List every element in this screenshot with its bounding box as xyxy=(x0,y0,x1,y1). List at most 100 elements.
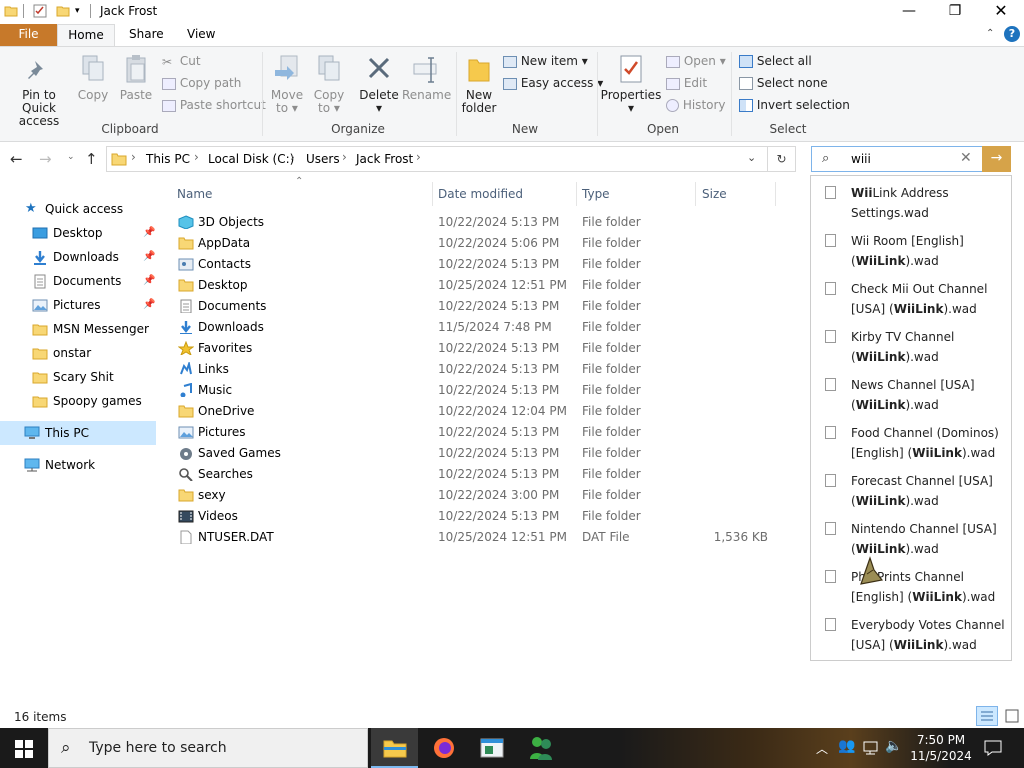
select-all-button[interactable]: Select all xyxy=(739,52,812,70)
table-row[interactable]: Pictures 10/22/2024 5:13 PM File folder xyxy=(172,422,777,443)
table-row[interactable]: AppData 10/22/2024 5:06 PM File folder xyxy=(172,233,777,254)
table-row[interactable]: OneDrive 10/22/2024 12:04 PM File folder xyxy=(172,401,777,422)
search-suggestion-item[interactable]: Kirby TV Channel (WiiLink).wad xyxy=(811,324,1011,372)
column-divider[interactable] xyxy=(576,182,577,206)
easy-access-button[interactable]: Easy access ▾ xyxy=(503,74,603,92)
invert-selection-button[interactable]: Invert selection xyxy=(739,96,850,114)
sidebar-item-desktop[interactable]: Desktop 📌 xyxy=(0,221,156,245)
rename-button[interactable]: Rename xyxy=(402,54,451,102)
table-row[interactable]: Videos 10/22/2024 5:13 PM File folder xyxy=(172,506,777,527)
tab-share[interactable]: Share xyxy=(119,24,174,46)
search-suggestion-item[interactable]: Everybody Votes Channel [USA] (WiiLink).w… xyxy=(811,612,1011,660)
tab-view[interactable]: View xyxy=(177,24,225,46)
new-folder-button[interactable]: New folder xyxy=(460,54,498,115)
maximize-button[interactable]: ❐ xyxy=(932,0,978,24)
breadcrumb-users[interactable]: Users xyxy=(306,152,340,166)
clock-date[interactable]: 11/5/2024 xyxy=(904,749,978,763)
search-suggestion-item[interactable]: News Channel [USA] (WiiLink).wad xyxy=(811,372,1011,420)
paste-button[interactable]: Paste xyxy=(117,54,155,102)
pin-to-quick-access-button[interactable]: Pin to Quick access xyxy=(4,58,74,128)
copy-to-button[interactable]: Copy to ▾ xyxy=(310,54,348,115)
close-button[interactable]: ✕ xyxy=(978,0,1024,24)
column-divider[interactable] xyxy=(432,182,433,206)
edit-button[interactable]: Edit xyxy=(666,74,707,92)
notifications-icon[interactable] xyxy=(984,740,1002,756)
select-none-button[interactable]: Select none xyxy=(739,74,828,92)
properties-icon[interactable] xyxy=(33,4,47,18)
up-arrow-icon[interactable]: ↑ xyxy=(85,150,98,168)
search-suggestion-item[interactable]: Food Channel (Dominos) [English] (WiiLink… xyxy=(811,420,1011,468)
search-suggestion-item[interactable]: Pho Prints Channel [English] (WiiLink).wa… xyxy=(811,564,1011,612)
sidebar-item-pictures[interactable]: Pictures 📌 xyxy=(0,293,156,317)
recent-locations-chevron-icon[interactable]: ⌄ xyxy=(67,152,75,162)
sidebar-item-this-pc[interactable]: This PC xyxy=(0,421,156,445)
move-to-button[interactable]: Move to ▾ xyxy=(268,54,306,115)
taskbar-firefox[interactable] xyxy=(420,728,467,768)
search-suggestion-item[interactable]: Wii Room [English] (WiiLink).wad xyxy=(811,228,1011,276)
msn-tray-icon[interactable]: 👥 xyxy=(838,738,855,754)
table-row[interactable]: Favorites 10/22/2024 5:13 PM File folder xyxy=(172,338,777,359)
windows-start-icon[interactable] xyxy=(15,740,33,758)
table-row[interactable]: Downloads 11/5/2024 7:48 PM File folder xyxy=(172,317,777,338)
table-row[interactable]: sexy 10/22/2024 3:00 PM File folder xyxy=(172,485,777,506)
pin-icon[interactable]: 📌 xyxy=(143,269,155,293)
sidebar-item-scary-shit[interactable]: Scary Shit xyxy=(0,365,156,389)
table-row[interactable]: Links 10/22/2024 5:13 PM File folder xyxy=(172,359,777,380)
open-button[interactable]: Open ▾ xyxy=(666,52,726,70)
copy-path-button[interactable]: Copy path xyxy=(162,74,241,92)
clear-search-icon[interactable]: ✕ xyxy=(960,150,972,166)
tab-file[interactable]: File xyxy=(0,24,57,46)
table-row[interactable]: NTUSER.DAT 10/25/2024 12:51 PM DAT File 1,5… xyxy=(172,527,777,548)
clock-time[interactable]: 7:50 PM xyxy=(904,733,978,747)
column-header-date[interactable]: Date modified xyxy=(438,184,523,204)
network-tray-icon[interactable] xyxy=(862,740,880,756)
cut-button[interactable]: ✂ Cut xyxy=(162,52,201,70)
pin-icon[interactable]: 📌 xyxy=(143,221,155,245)
tab-home[interactable]: Home xyxy=(57,24,115,46)
search-suggestion-item[interactable]: WiiLink Address Settings.wad xyxy=(811,180,1011,228)
delete-button[interactable]: Delete ▾ xyxy=(358,54,400,115)
column-header-name[interactable]: Name xyxy=(177,184,212,204)
search-input[interactable]: wiii xyxy=(851,152,871,166)
copy-button[interactable]: Copy xyxy=(76,54,110,102)
breadcrumb-this-pc[interactable]: This PC xyxy=(146,152,190,166)
refresh-icon[interactable]: ↻ xyxy=(768,146,796,172)
breadcrumb-local-disk[interactable]: Local Disk (C:) xyxy=(208,152,294,166)
taskbar-file-explorer[interactable] xyxy=(371,728,418,768)
help-icon[interactable]: ? xyxy=(1004,26,1020,42)
large-icons-view-icon[interactable] xyxy=(1002,706,1022,726)
show-hidden-icons-chevron-icon[interactable]: ︿ xyxy=(816,740,828,757)
table-row[interactable]: Documents 10/22/2024 5:13 PM File folder xyxy=(172,296,777,317)
taskbar-search-box[interactable]: ⌕ Type here to search xyxy=(48,728,368,768)
search-go-arrow-icon[interactable]: → xyxy=(982,146,1011,172)
properties-button[interactable]: Properties ▾ xyxy=(600,54,662,115)
column-divider[interactable] xyxy=(695,182,696,206)
column-header-type[interactable]: Type xyxy=(582,184,610,204)
history-button[interactable]: History xyxy=(666,96,726,114)
collapse-ribbon-icon[interactable]: ⌃ xyxy=(986,28,994,39)
search-suggestion-item[interactable]: Nintendo Channel [USA] (WiiLink).wad xyxy=(811,516,1011,564)
new-folder-icon[interactable] xyxy=(56,4,70,18)
sidebar-item-documents[interactable]: Documents 📌 xyxy=(0,269,156,293)
table-row[interactable]: 3D Objects 10/22/2024 5:13 PM File folder xyxy=(172,212,777,233)
table-row[interactable]: Saved Games 10/22/2024 5:13 PM File folder xyxy=(172,443,777,464)
taskbar-msn-messenger[interactable] xyxy=(517,728,564,768)
volume-icon[interactable]: 🔈 xyxy=(885,738,902,754)
chevron-down-icon[interactable]: ▾ xyxy=(75,6,80,16)
paste-shortcut-button[interactable]: Paste shortcut xyxy=(162,96,266,114)
sidebar-item-onstar[interactable]: onstar xyxy=(0,341,156,365)
search-suggestion-item[interactable]: Check Mii Out Channel [USA] (WiiLink).wad xyxy=(811,276,1011,324)
table-row[interactable]: Desktop 10/25/2024 12:51 PM File folder xyxy=(172,275,777,296)
table-row[interactable]: Music 10/22/2024 5:13 PM File folder xyxy=(172,380,777,401)
column-divider[interactable] xyxy=(775,182,776,206)
forward-arrow-icon[interactable]: → xyxy=(39,150,52,168)
breadcrumb-jack-frost[interactable]: Jack Frost xyxy=(356,152,413,166)
search-suggestion-item[interactable]: Forecast Channel [USA] (WiiLink).wad xyxy=(811,468,1011,516)
back-arrow-icon[interactable]: ← xyxy=(10,150,23,168)
table-row[interactable]: Contacts 10/22/2024 5:13 PM File folder xyxy=(172,254,777,275)
column-header-size[interactable]: Size xyxy=(702,184,727,204)
sidebar-item-downloads[interactable]: Downloads 📌 xyxy=(0,245,156,269)
sidebar-item-msn-messenger[interactable]: MSN Messenger xyxy=(0,317,156,341)
minimize-button[interactable]: — xyxy=(886,0,932,24)
taskbar-app-window[interactable] xyxy=(468,728,515,768)
